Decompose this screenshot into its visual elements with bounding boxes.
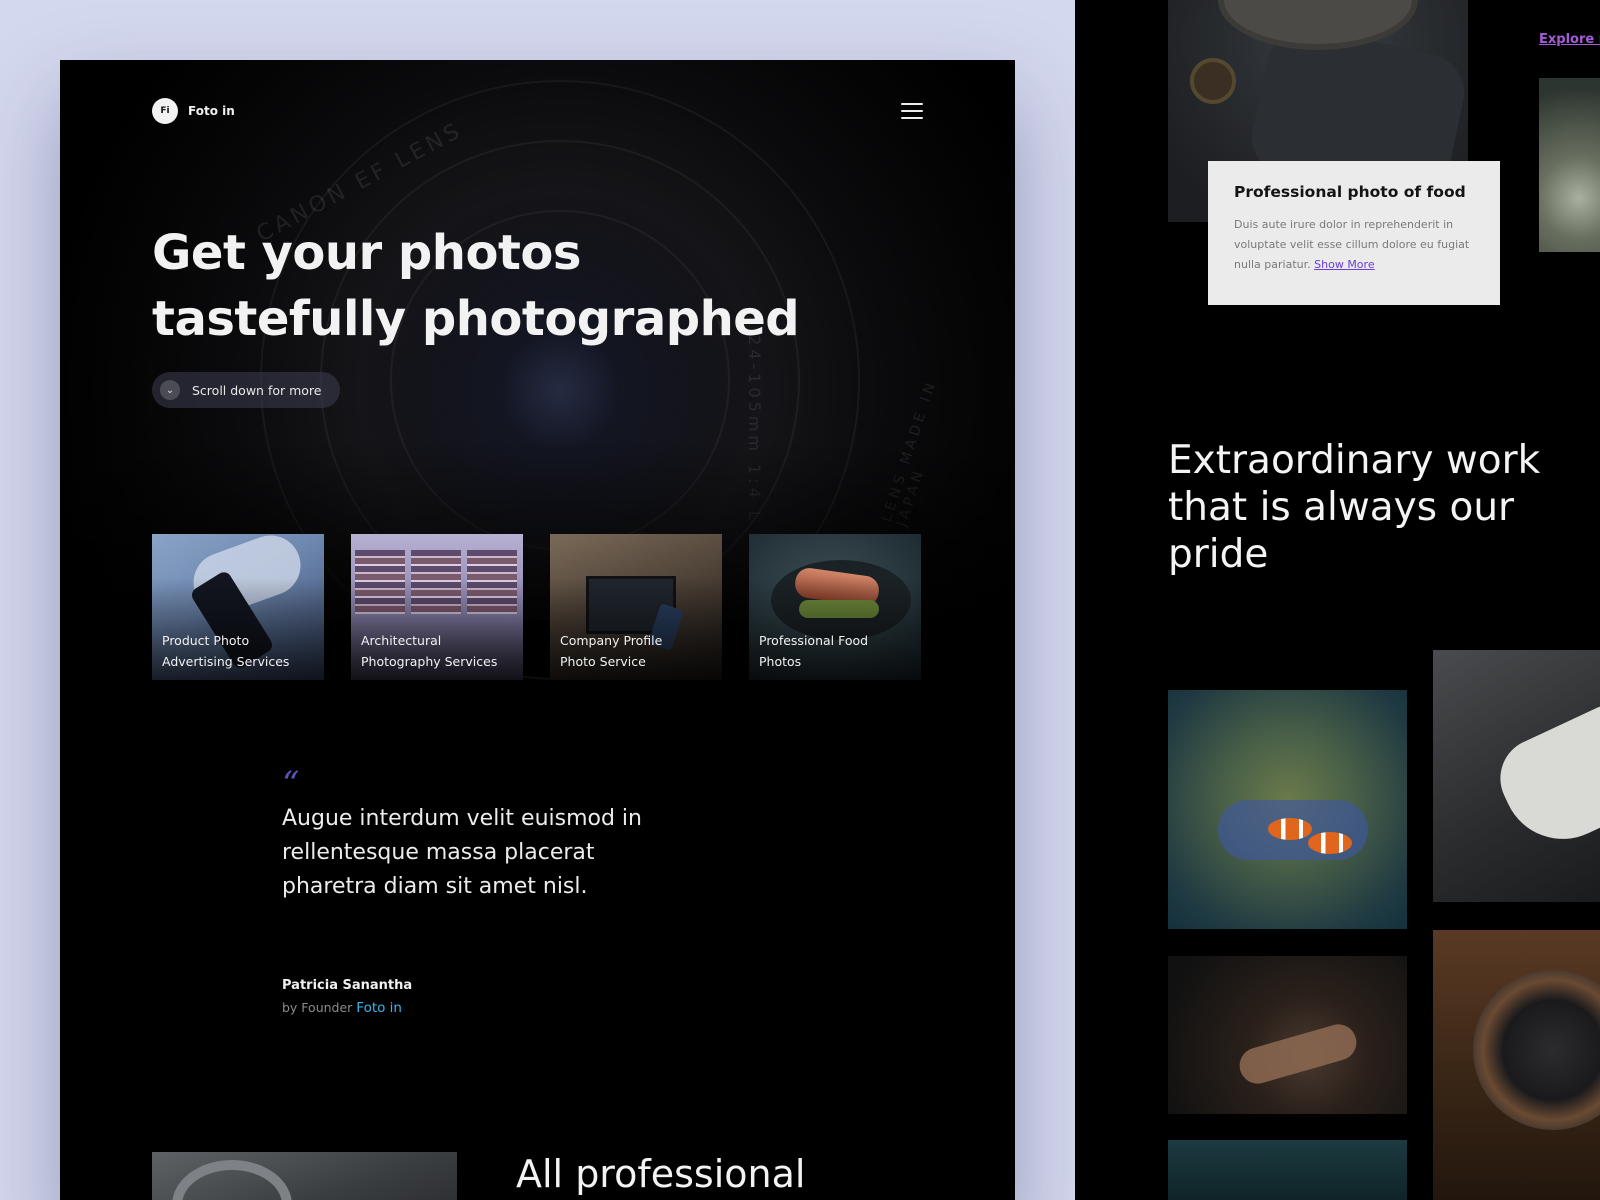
hero-title: Get your photos tastefully photographed (152, 225, 800, 347)
service-card-label: Architectural Photography Services (361, 633, 498, 669)
service-card-label: Company Profile Photo Service (560, 633, 663, 669)
gallery-photo[interactable] (1168, 1140, 1407, 1200)
quote-icon: “ (282, 764, 300, 804)
section-image (152, 1152, 457, 1200)
hamburger-icon[interactable] (901, 103, 923, 119)
food-info-card: Professional photo of food Duis aute iru… (1208, 161, 1500, 305)
service-card-company[interactable]: Company Profile Photo Service (550, 534, 722, 680)
card-description: Duis aute irure dolor in reprehenderit i… (1234, 218, 1470, 271)
service-card-product[interactable]: Product Photo Advertising Services (152, 534, 324, 680)
service-card-label: Product Photo Advertising Services (162, 633, 290, 669)
scroll-label: Scroll down for more (192, 382, 322, 398)
card-title: Professional photo of food (1234, 183, 1466, 201)
service-card-label: Professional Food Photos (759, 633, 869, 669)
services-list: Product Photo Advertising Services Archi… (152, 534, 921, 680)
testimonial-author: Patricia Sanantha (282, 978, 413, 993)
show-more-link[interactable]: Show More (1314, 258, 1374, 271)
top-nav: Fi Foto in (152, 98, 235, 124)
scroll-down-button[interactable]: ⌄ Scroll down for more (152, 372, 340, 408)
testimonial-text: Augue interdum velit euismod in rellente… (282, 806, 642, 899)
service-card-food[interactable]: Professional Food Photos (749, 534, 921, 680)
explore-link[interactable]: Explore m (1539, 32, 1600, 47)
logo-text[interactable]: Foto in (188, 104, 235, 118)
gallery-page-preview: Explore m Professional photo of food Dui… (1075, 0, 1600, 1200)
gallery-photo-lens[interactable] (1433, 930, 1600, 1200)
side-photo (1539, 78, 1600, 252)
gallery-photo-clownfish[interactable] (1168, 690, 1407, 929)
brand-link[interactable]: Foto in (356, 1000, 402, 1016)
work-section-title: Extraordinary work that is always our pr… (1168, 438, 1541, 577)
logo-icon[interactable]: Fi (152, 98, 178, 124)
gallery-photo-controller[interactable] (1433, 650, 1600, 902)
service-card-architectural[interactable]: Architectural Photography Services (351, 534, 523, 680)
testimonial-role: by Founder Foto in (282, 1000, 402, 1016)
gallery-photo-hands[interactable] (1168, 956, 1407, 1114)
section-title: All professional (516, 1152, 806, 1196)
chevron-down-icon: ⌄ (160, 380, 180, 400)
landing-page-preview: CANON EF LENS 24-105mm 1:4 L LENS MADE I… (60, 60, 1015, 1200)
